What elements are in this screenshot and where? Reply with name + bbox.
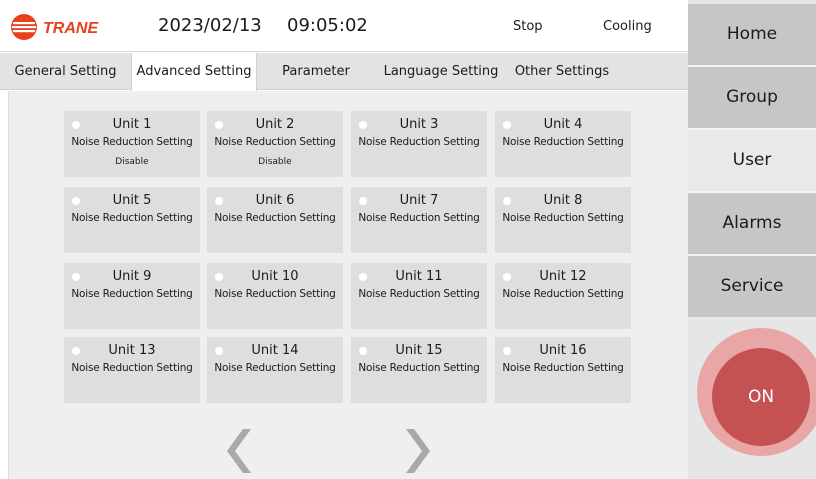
unit-setting-label: Noise Reduction Setting [214, 362, 336, 374]
nav-user-button[interactable]: User [688, 130, 816, 191]
power-on-button[interactable]: ON [712, 348, 810, 446]
nav-alarms-button[interactable]: Alarms [688, 193, 816, 254]
unit-name: Unit 10 [251, 269, 299, 284]
unit-setting-label: Noise Reduction Setting [358, 288, 480, 300]
run-status: Stop [513, 19, 543, 34]
unit-setting-value: Disable [115, 157, 149, 167]
unit-tile[interactable]: Unit 10 Noise Reduction Setting [207, 263, 343, 329]
chevron-left-icon [227, 429, 251, 473]
time-display: 09:05:02 [287, 15, 368, 36]
unit-tile[interactable]: Unit 16 Noise Reduction Setting [495, 337, 631, 403]
unit-setting-value: Disable [258, 157, 292, 167]
next-page-button[interactable] [392, 427, 436, 475]
unit-tile[interactable]: Unit 6 Noise Reduction Setting [207, 187, 343, 253]
unit-name: Unit 15 [395, 343, 443, 358]
unit-tile[interactable]: Unit 12 Noise Reduction Setting [495, 263, 631, 329]
nav-home-button[interactable]: Home [688, 4, 816, 65]
unit-setting-label: Noise Reduction Setting [71, 288, 193, 300]
unit-setting-label: Noise Reduction Setting [71, 212, 193, 224]
unit-setting-label: Noise Reduction Setting [71, 362, 193, 374]
unit-tile[interactable]: Unit 11 Noise Reduction Setting [351, 263, 487, 329]
nav-service-button[interactable]: Service [688, 256, 816, 317]
unit-tile[interactable]: Unit 5 Noise Reduction Setting [64, 187, 200, 253]
unit-setting-label: Noise Reduction Setting [502, 288, 624, 300]
tab-language-setting[interactable]: Language Setting [378, 53, 504, 90]
chevron-right-icon [406, 429, 430, 473]
unit-setting-label: Noise Reduction Setting [502, 136, 624, 148]
unit-setting-label: Noise Reduction Setting [214, 212, 336, 224]
unit-tile[interactable]: Unit 1 Noise Reduction Setting Disable [64, 111, 200, 177]
unit-tile[interactable]: Unit 15 Noise Reduction Setting [351, 337, 487, 403]
unit-name: Unit 11 [395, 269, 443, 284]
unit-name: Unit 2 [255, 117, 295, 132]
unit-tile[interactable]: Unit 7 Noise Reduction Setting [351, 187, 487, 253]
operation-mode: Cooling [603, 19, 652, 34]
header-bar: TRANE 2023/02/13 09:05:02 Stop Cooling [0, 0, 688, 52]
unit-tile[interactable]: Unit 13 Noise Reduction Setting [64, 337, 200, 403]
nav-group-button[interactable]: Group [688, 67, 816, 128]
unit-tile[interactable]: Unit 4 Noise Reduction Setting [495, 111, 631, 177]
unit-name: Unit 9 [112, 269, 152, 284]
unit-name: Unit 13 [108, 343, 156, 358]
unit-name: Unit 6 [255, 193, 295, 208]
tab-advanced-setting[interactable]: Advanced Setting [131, 53, 257, 91]
prev-page-button[interactable] [221, 427, 265, 475]
unit-tile[interactable]: Unit 8 Noise Reduction Setting [495, 187, 631, 253]
unit-setting-label: Noise Reduction Setting [214, 136, 336, 148]
unit-name: Unit 8 [543, 193, 583, 208]
unit-setting-label: Noise Reduction Setting [502, 362, 624, 374]
unit-tile[interactable]: Unit 14 Noise Reduction Setting [207, 337, 343, 403]
unit-grid-panel: Unit 1 Noise Reduction Setting Disable Unit… [8, 91, 688, 479]
settings-tabs: General Setting Advanced Setting Paramet… [0, 53, 688, 91]
unit-setting-label: Noise Reduction Setting [358, 212, 480, 224]
unit-name: Unit 3 [399, 117, 439, 132]
trane-logo: TRANE [10, 13, 130, 41]
unit-name: Unit 1 [112, 117, 152, 132]
unit-setting-label: Noise Reduction Setting [358, 136, 480, 148]
date-display: 2023/02/13 [158, 15, 262, 36]
tab-general-setting[interactable]: General Setting [0, 53, 131, 90]
unit-tile[interactable]: Unit 9 Noise Reduction Setting [64, 263, 200, 329]
unit-tile[interactable]: Unit 2 Noise Reduction Setting Disable [207, 111, 343, 177]
unit-name: Unit 12 [539, 269, 587, 284]
tab-other-settings[interactable]: Other Settings [510, 53, 614, 90]
tab-parameter[interactable]: Parameter [275, 53, 357, 90]
unit-setting-label: Noise Reduction Setting [358, 362, 480, 374]
unit-tile[interactable]: Unit 3 Noise Reduction Setting [351, 111, 487, 177]
app-window: TRANE 2023/02/13 09:05:02 Stop Cooling G… [0, 0, 816, 479]
unit-name: Unit 16 [539, 343, 587, 358]
unit-setting-label: Noise Reduction Setting [214, 288, 336, 300]
unit-name: Unit 14 [251, 343, 299, 358]
unit-setting-label: Noise Reduction Setting [71, 136, 193, 148]
brand-wordmark: TRANE [43, 20, 99, 37]
unit-name: Unit 4 [543, 117, 583, 132]
unit-name: Unit 5 [112, 193, 152, 208]
unit-setting-label: Noise Reduction Setting [502, 212, 624, 224]
unit-name: Unit 7 [399, 193, 439, 208]
